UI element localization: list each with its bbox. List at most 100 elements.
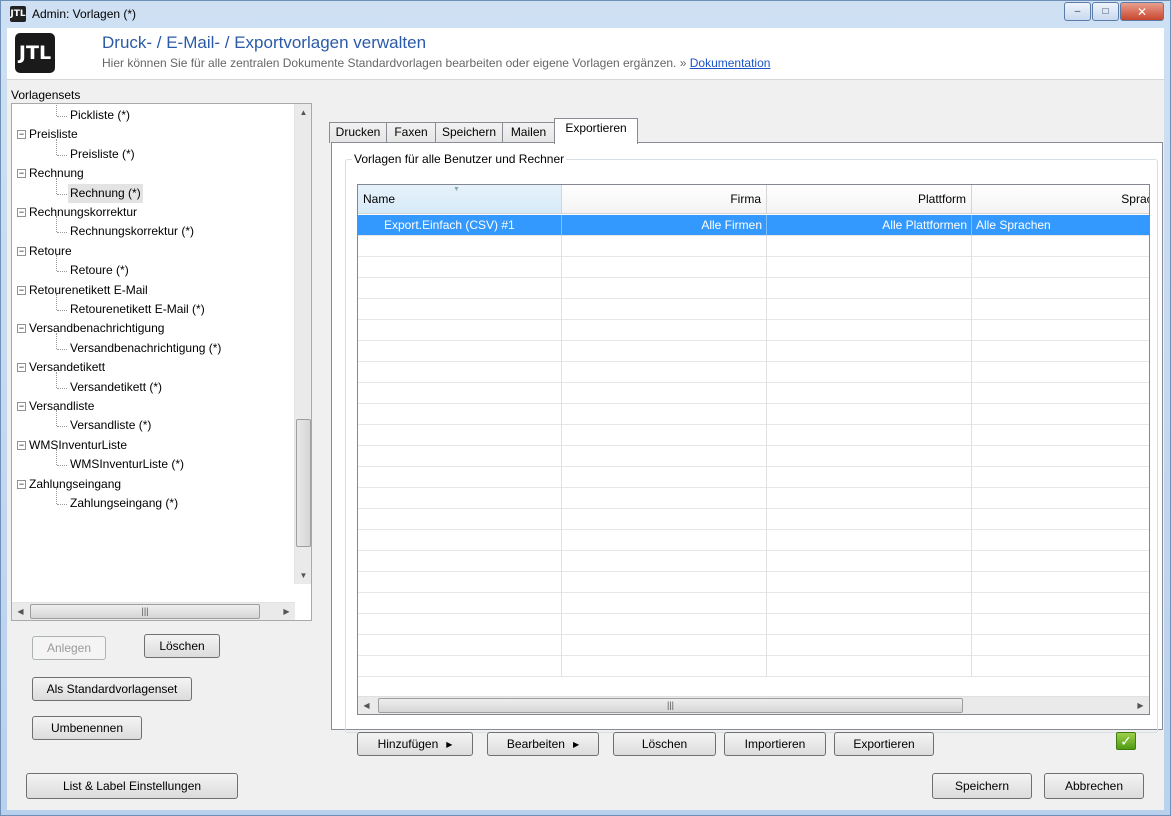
column-name-label: Name	[363, 192, 396, 206]
maximize-button[interactable]: □	[1092, 2, 1119, 21]
tree-group[interactable]: Versandliste	[29, 397, 94, 416]
tab-mailen[interactable]: Mailen	[502, 122, 555, 143]
tree-item[interactable]: Preisliste (*)	[70, 145, 135, 164]
empty-table-row	[358, 635, 1149, 656]
column-header-plattform[interactable]: Plattform	[767, 185, 972, 214]
tree-item[interactable]: Retourenetikett E-Mail (*)	[70, 300, 205, 319]
table-row[interactable]: Export.Einfach (CSV) #1 Alle Firmen Alle…	[358, 215, 1149, 236]
tab-exportieren-label: Exportieren	[565, 121, 627, 135]
umbenennen-button[interactable]: Umbenennen	[32, 716, 142, 740]
empty-cell	[972, 362, 1149, 383]
list-label-settings-button[interactable]: List & Label Einstellungen	[26, 773, 238, 799]
collapse-icon[interactable]: −	[17, 169, 26, 179]
tree-vertical-thumb[interactable]	[296, 419, 311, 547]
exportieren-button[interactable]: Exportieren	[834, 732, 934, 756]
tree-group[interactable]: Zahlungseingang	[29, 475, 121, 494]
empty-cell	[562, 341, 767, 362]
maximize-icon: □	[1102, 6, 1109, 17]
anlegen-button[interactable]: Anlegen	[32, 636, 106, 660]
minimize-button[interactable]: –	[1064, 2, 1091, 21]
column-header-firma[interactable]: Firma	[562, 185, 767, 214]
collapse-icon[interactable]: −	[17, 130, 26, 140]
tree-item[interactable]: Versandbenachrichtigung (*)	[70, 339, 221, 358]
empty-cell	[972, 341, 1149, 362]
page-subtitle: Hier können Sie für alle zentralen Dokum…	[102, 56, 770, 70]
tree-horizontal-thumb[interactable]: |||	[30, 604, 260, 619]
empty-cell	[972, 320, 1149, 341]
collapse-icon[interactable]: −	[17, 402, 26, 411]
documentation-link[interactable]: Dokumentation	[690, 56, 771, 70]
templates-group-title: Vorlagen für alle Benutzer und Rechner	[352, 152, 567, 166]
column-header-sprache[interactable]: Sprache	[972, 185, 1149, 214]
empty-cell	[562, 425, 767, 446]
standard-vorlagenset-button[interactable]: Als Standardvorlagenset	[32, 677, 192, 701]
grid-scroll-left-icon[interactable]: ◀	[358, 697, 375, 714]
column-firma-label: Firma	[730, 192, 761, 206]
tree-vertical-scrollbar[interactable]: ▲ ▼	[294, 104, 311, 584]
tree-group[interactable]: Preisliste	[29, 125, 78, 144]
empty-cell	[562, 656, 767, 677]
tree-group[interactable]: Retoure	[29, 242, 72, 261]
title-bar[interactable]: JTL Admin: Vorlagen (*) – □ ✕	[1, 1, 1170, 27]
tree-item[interactable]: Rechnungskorrektur (*)	[70, 222, 194, 241]
collapse-icon[interactable]: −	[17, 324, 26, 334]
tree-item[interactable]: Rechnung (*)	[68, 183, 143, 203]
tab-faxen[interactable]: Faxen	[386, 122, 436, 143]
grid-horizontal-scrollbar[interactable]: ◀ ||| ▶	[358, 696, 1149, 714]
tree-item[interactable]: Retoure (*)	[70, 261, 129, 280]
tree-group[interactable]: Rechnungskorrektur	[29, 203, 137, 222]
column-header-name[interactable]: Name ▼	[358, 185, 562, 214]
tree-group[interactable]: Versandbenachrichtigung	[29, 319, 164, 338]
dropdown-arrow-icon: ▶	[446, 739, 453, 749]
collapse-icon[interactable]: −	[17, 208, 26, 217]
empty-cell	[972, 467, 1149, 488]
scroll-left-icon[interactable]: ◀	[12, 603, 29, 620]
templates-grid[interactable]: Name ▼ Firma Plattform Sprache Export.Ein…	[357, 184, 1150, 715]
empty-cell	[972, 551, 1149, 572]
collapse-icon[interactable]: −	[17, 479, 26, 489]
tab-speichern[interactable]: Speichern	[435, 122, 503, 143]
importieren-button[interactable]: Importieren	[724, 732, 826, 756]
empty-cell	[358, 509, 562, 530]
tree-group[interactable]: Retourenetikett E-Mail	[29, 281, 148, 300]
vorlagensets-tree[interactable]: Pickliste (*) − Preisliste Preisliste (*) − R…	[11, 103, 312, 621]
tree-group[interactable]: Versandetikett	[29, 358, 105, 377]
tree-item[interactable]: WMSInventurListe (*)	[70, 455, 184, 474]
empty-cell	[358, 656, 562, 677]
bearbeiten-button[interactable]: Bearbeiten ▶	[487, 732, 599, 756]
grid-horizontal-thumb[interactable]: |||	[378, 698, 963, 713]
set-loeschen-label: Löschen	[159, 639, 205, 653]
tree-item[interactable]: Zahlungseingang (*)	[70, 494, 178, 513]
set-loeschen-button[interactable]: Löschen	[144, 634, 220, 658]
empty-table-row	[358, 656, 1149, 677]
tree-connector	[57, 504, 67, 505]
tree-item[interactable]: Pickliste (*)	[70, 106, 130, 125]
hinzufuegen-button[interactable]: Hinzufügen ▶	[357, 732, 473, 756]
tree-horizontal-scrollbar[interactable]: ◀ ||| ▶	[12, 602, 295, 620]
window-title: Admin: Vorlagen (*)	[32, 7, 137, 21]
save-label: Speichern	[954, 779, 1010, 793]
page-title: Druck- / E-Mail- / Exportvorlagen verwal…	[102, 33, 427, 52]
tree-item[interactable]: Versandliste (*)	[70, 416, 151, 435]
tree-group[interactable]: WMSInventurListe	[29, 436, 127, 455]
tab-exportieren[interactable]: Exportieren	[554, 118, 638, 144]
exportieren-label: Exportieren	[853, 737, 915, 751]
collapse-icon[interactable]: −	[17, 285, 26, 295]
scroll-down-icon[interactable]: ▼	[295, 567, 311, 584]
scroll-up-icon[interactable]: ▲	[295, 104, 311, 121]
close-icon: ✕	[1136, 4, 1148, 19]
empty-cell	[972, 278, 1149, 299]
empty-cell	[972, 257, 1149, 278]
grid-scroll-right-icon[interactable]: ▶	[1132, 697, 1149, 714]
collapse-icon[interactable]: −	[17, 246, 26, 256]
tab-drucken[interactable]: Drucken	[329, 122, 387, 143]
save-button[interactable]: Speichern	[932, 773, 1032, 799]
empty-cell	[767, 614, 972, 635]
cancel-button[interactable]: Abbrechen	[1044, 773, 1144, 799]
vorlage-loeschen-button[interactable]: Löschen	[613, 732, 716, 756]
collapse-icon[interactable]: −	[17, 363, 26, 373]
close-button[interactable]: ✕	[1120, 2, 1164, 21]
tree-item[interactable]: Versandetikett (*)	[70, 378, 162, 397]
scroll-right-icon[interactable]: ▶	[278, 603, 295, 620]
collapse-icon[interactable]: −	[17, 440, 26, 450]
